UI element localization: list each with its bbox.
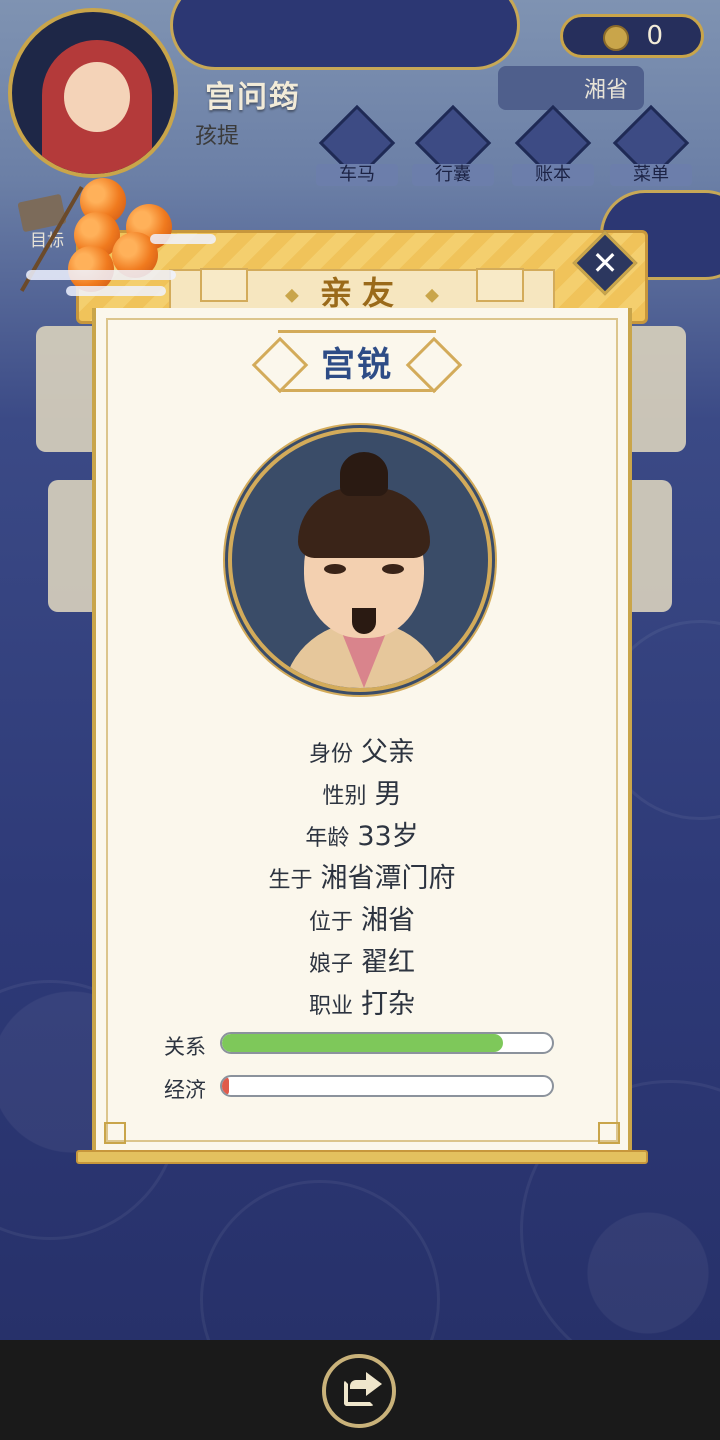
info-value: 翟红 [361,947,415,978]
bar-track [220,1075,554,1097]
info-label: 性别 [322,784,367,809]
relatives-dialog: ◆ 亲友 ◆ ✕ 宫锐 身份 父亲 性别男 年龄 33岁 生于 湘省潭门府 位于 湘省 … [76,216,648,1170]
info-label: 娘子 [308,952,353,977]
info-label: 生于 [268,868,313,893]
cloud-streak-decoration [150,234,216,244]
bottom-bar [0,1340,720,1440]
dialog-title: ◆ 亲友 ◆ [76,268,648,314]
economy-bar: 经济 [164,1074,564,1102]
info-value: 男 [374,779,402,810]
info-row-identity: 身份 父亲 [76,730,648,769]
nav-label: 账本 [512,164,594,186]
relationship-bar: 关系 [164,1031,564,1059]
bar-fill [222,1034,503,1052]
info-row-spouse: 娘子 翟红 [76,940,648,979]
close-icon[interactable]: ✕ [582,240,628,286]
info-label: 身份 [308,742,353,767]
player-life-stage: 孩提 [195,124,240,149]
currency-display[interactable]: 0 [560,14,704,58]
info-label: 年龄 [305,826,350,851]
info-row-location: 位于 湘省 [76,898,648,937]
info-row-gender: 性别男 [76,772,648,811]
character-portrait [228,428,492,692]
currency-amount: 0 [646,21,663,51]
info-label: 位于 [308,910,353,935]
info-value: 33岁 [357,821,419,852]
bar-label: 经济 [164,1078,206,1102]
province-label: 湘省 [583,78,628,103]
nav-label: 行囊 [412,164,494,186]
nav-bundle-button[interactable]: 行囊 [412,104,494,192]
player-name: 宫问筠 [205,80,301,115]
corner-ornament [104,1122,126,1144]
nav-label: 车马 [316,164,398,186]
nav-ledger-button[interactable]: 账本 [512,104,594,192]
bar-track [220,1032,554,1054]
dialog-title-text: 亲友 [319,274,404,312]
info-label: 职业 [308,994,353,1019]
info-row-occupation: 职业 打杂 [76,982,648,1021]
character-name: 宫锐 [321,344,393,385]
info-row-birthplace: 生于 湘省潭门府 [76,856,648,895]
nav-menu-button[interactable]: 菜单 [610,104,692,192]
nav-carriage-button[interactable]: 车马 [316,104,398,192]
character-name-plate: 宫锐 [278,330,436,392]
title-ornament-right: ◆ [425,284,439,306]
cloud-decoration [170,0,520,70]
province-badge[interactable]: 湘省 [498,66,644,110]
info-value: 湘省潭门府 [320,863,456,894]
bar-fill [222,1077,229,1095]
info-row-age: 年龄 33岁 [76,814,648,853]
bar-label: 关系 [164,1035,206,1059]
dialog-base-rail [76,1150,648,1164]
info-value: 打杂 [361,989,415,1020]
info-value: 父亲 [361,737,415,768]
title-ornament-left: ◆ [285,284,299,306]
share-icon-arrow [366,1372,382,1396]
player-avatar[interactable] [8,8,178,178]
info-value: 湘省 [361,905,415,936]
nav-label: 菜单 [610,164,692,186]
coin-icon [603,25,629,51]
share-button[interactable] [322,1354,396,1428]
swirl-decoration [200,1180,440,1340]
corner-ornament [598,1122,620,1144]
